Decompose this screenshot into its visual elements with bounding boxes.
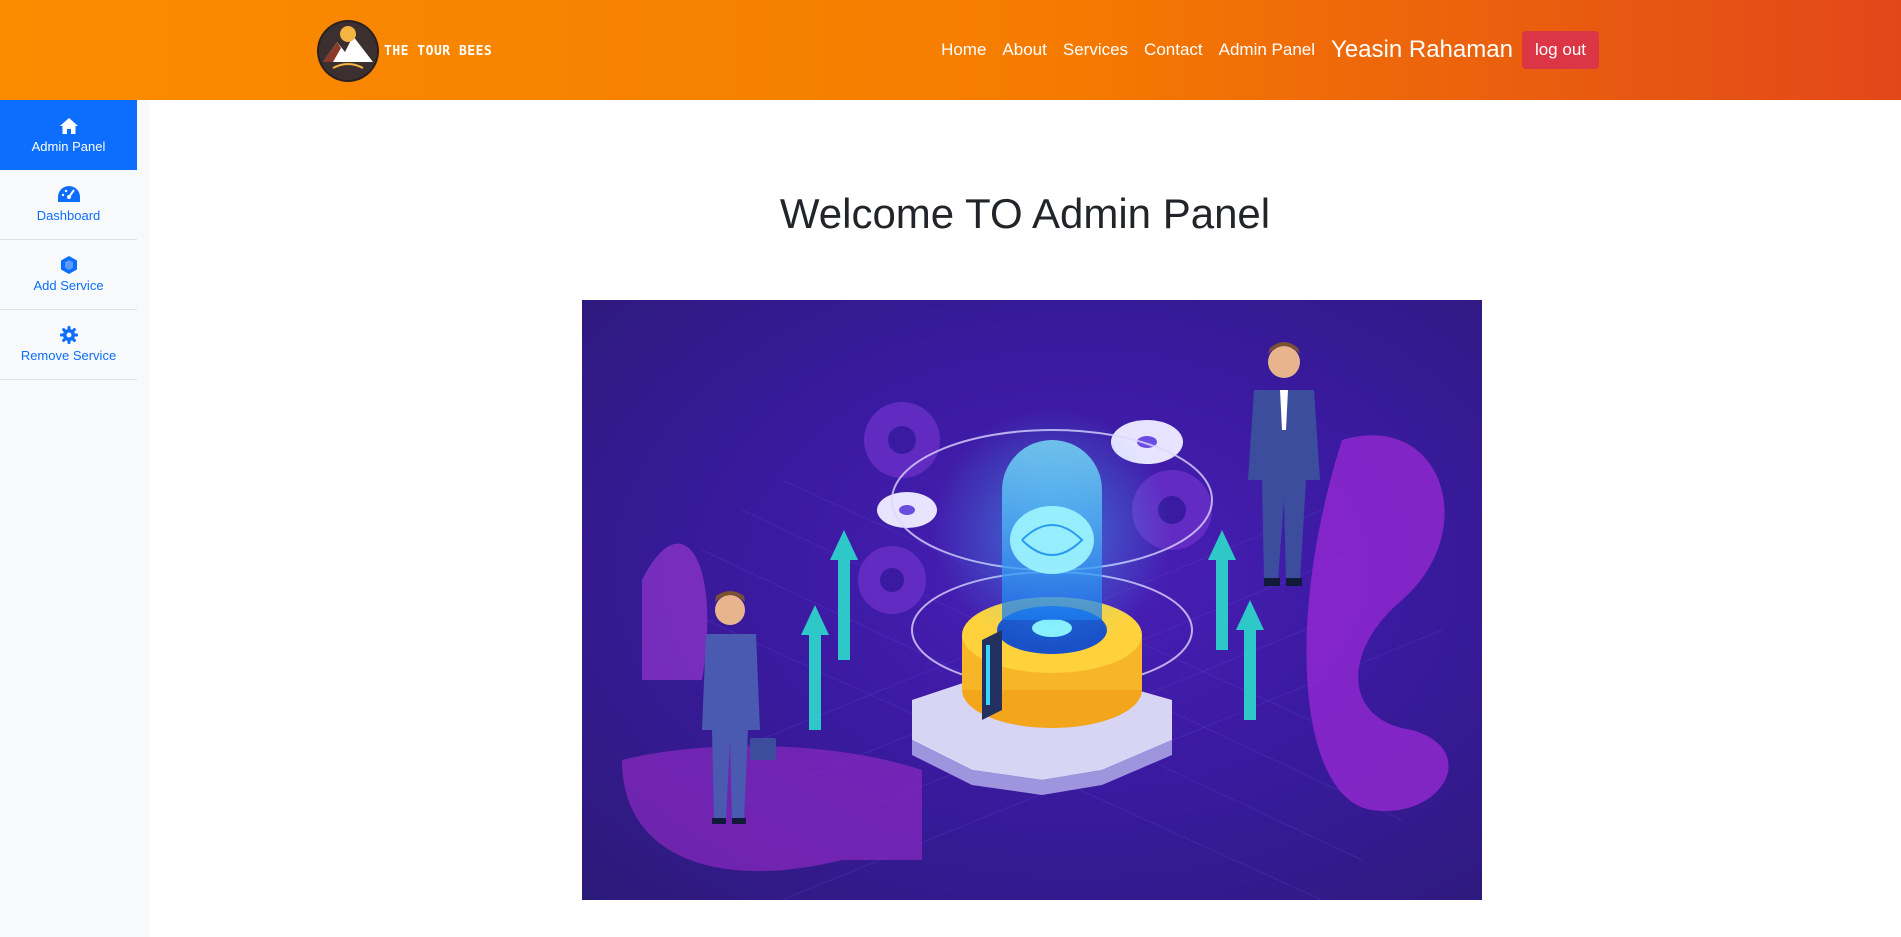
hero-illustration — [582, 300, 1482, 900]
logout-button[interactable]: log out — [1521, 31, 1599, 69]
sidebar-item-dashboard[interactable]: Dashboard — [0, 170, 137, 240]
sidebar-item-label: Admin Panel — [31, 138, 106, 154]
sidebar-item-add-service[interactable]: Add Service — [0, 240, 137, 310]
nav-services[interactable]: Services — [1063, 40, 1128, 60]
nav-admin-panel[interactable]: Admin Panel — [1219, 40, 1315, 60]
brand-link[interactable]: THE TOUR BEES — [319, 22, 492, 80]
sidebar-item-label: Remove Service — [20, 348, 117, 363]
sidebar: Admin Panel Dashboard Add Service Remove… — [0, 100, 149, 937]
nav-contact[interactable]: Contact — [1144, 40, 1203, 60]
gear-icon — [59, 326, 78, 344]
main-nav: Home About Services Contact Admin Panel … — [941, 28, 1901, 72]
sidebar-item-admin-panel[interactable]: Admin Panel — [0, 100, 137, 170]
tachometer-icon — [57, 186, 80, 204]
sidebar-item-label: Add Service — [33, 278, 104, 293]
brand-text: THE TOUR BEES — [384, 43, 493, 59]
top-navbar: THE TOUR BEES Home About Services Contac… — [0, 0, 1901, 100]
cube-icon — [60, 256, 78, 274]
home-icon — [59, 117, 78, 135]
page-title: Welcome TO Admin Panel — [779, 190, 1271, 237]
nav-about[interactable]: About — [1002, 40, 1046, 60]
sidebar-item-label: Dashboard — [36, 208, 101, 223]
user-name: Yeasin Rahaman — [1331, 36, 1513, 63]
sidebar-item-remove-service[interactable]: Remove Service — [0, 310, 137, 380]
nav-home[interactable]: Home — [941, 40, 986, 60]
brand-logo-icon — [319, 22, 377, 80]
